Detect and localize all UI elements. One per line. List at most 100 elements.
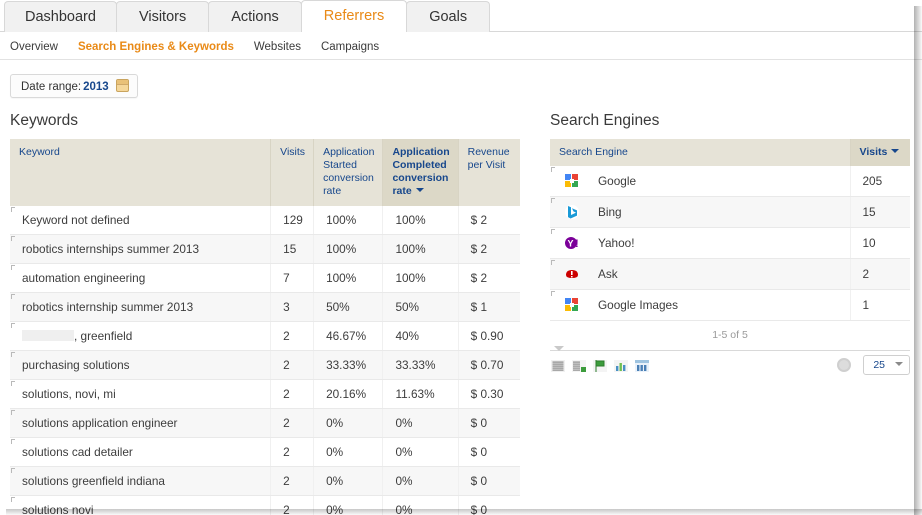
- table-row[interactable]: solutions greenfield indiana 2 0% 0% $ 0: [10, 466, 520, 496]
- keywords-title: Keywords: [10, 112, 79, 129]
- search-engine-cell[interactable]: Y! Yahoo!: [550, 227, 851, 260]
- table-row[interactable]: solutions application engineer 2 0% 0% $ 0: [10, 408, 520, 438]
- subnav-item-search-engines-keywords[interactable]: Search Engines & Keywords: [78, 33, 234, 61]
- search-engine-label: Google: [598, 174, 637, 189]
- table-row[interactable]: purchasing solutions 2 33.33% 33.33% $ 0.70: [10, 350, 520, 380]
- table-row[interactable]: robotics internships summer 2013 15 100% 10…: [10, 234, 520, 264]
- application-started-cell: 0%: [313, 437, 384, 467]
- export-gear-icon[interactable]: [837, 358, 852, 373]
- row-corner-marker-icon: [11, 206, 15, 212]
- search-engine-cell[interactable]: Google: [550, 166, 851, 198]
- table-row[interactable]: Google 205: [550, 166, 910, 198]
- row-corner-marker-icon: [551, 291, 555, 297]
- keyword-cell[interactable]: solutions application engineer: [10, 408, 272, 438]
- table-row[interactable]: Keyword not defined 129 100% 100% $ 2: [10, 205, 520, 235]
- bar-chart-icon[interactable]: [613, 358, 629, 374]
- search-engine-visits-cell: 10: [850, 227, 910, 260]
- row-corner-marker-icon: [551, 229, 555, 235]
- tab-referrers[interactable]: Referrers: [300, 0, 408, 32]
- search-engines-header-row: Search Engine Visits: [550, 139, 910, 167]
- rows-limit-select[interactable]: 25: [863, 355, 910, 376]
- keyword-cell[interactable]: robotics internship summer 2013: [10, 292, 272, 322]
- visits-cell: 15: [270, 234, 315, 264]
- search-engine-visits-cell: 205: [850, 166, 910, 198]
- col-header-se-visits[interactable]: Visits: [850, 139, 910, 167]
- revenue-per-visit-cell: $ 2: [458, 263, 520, 293]
- row-corner-marker-icon: [11, 496, 15, 502]
- column-chart-icon[interactable]: [634, 358, 650, 374]
- keyword-label: robotics internship summer 2013: [22, 299, 194, 314]
- table-row[interactable]: Ask 2: [550, 258, 910, 291]
- chevron-down-icon: [895, 362, 903, 367]
- table-row[interactable]: Bing 15: [550, 196, 910, 229]
- keyword-cell[interactable]: purchasing solutions: [10, 350, 272, 380]
- table-row[interactable]: solutions, novi, mi 2 20.16% 11.63% $ 0.30: [10, 379, 520, 409]
- search-engine-cell[interactable]: Bing: [550, 196, 851, 229]
- keyword-cell[interactable]: robotics internships summer 2013: [10, 234, 272, 264]
- row-corner-marker-icon: [11, 322, 15, 328]
- keyword-label: automation engineering: [22, 270, 146, 285]
- search-engines-footer: 25: [550, 346, 910, 379]
- subnav-item-websites[interactable]: Websites: [254, 33, 301, 61]
- tab-visitors[interactable]: Visitors: [115, 1, 210, 32]
- application-started-cell: 100%: [313, 234, 384, 264]
- search-engine-label: Bing: [598, 205, 622, 220]
- tab-dashboard[interactable]: Dashboard: [4, 1, 117, 32]
- keyword-cell[interactable]: Keyword not defined: [10, 205, 272, 235]
- row-corner-marker-icon: [11, 293, 15, 299]
- col-header-search-engine[interactable]: Search Engine: [550, 139, 851, 167]
- row-corner-marker-icon: [551, 198, 555, 204]
- keyword-cell[interactable]: automation engineering: [10, 263, 272, 293]
- yahoo-icon: Y!: [564, 235, 580, 251]
- subnav-item-campaigns[interactable]: Campaigns: [321, 33, 379, 61]
- keyword-cell[interactable]: solutions greenfield indiana: [10, 466, 272, 496]
- search-engine-cell[interactable]: Google Images: [550, 289, 851, 322]
- col-header-keyword[interactable]: Keyword: [10, 139, 272, 206]
- col-header-application-completed[interactable]: Application Completed conversion rate: [382, 139, 459, 206]
- keyword-label: purchasing solutions: [22, 357, 130, 372]
- tab-goals[interactable]: Goals: [406, 1, 491, 32]
- visits-cell: 2: [270, 408, 315, 438]
- tag-cloud-icon[interactable]: [592, 358, 608, 374]
- table-row[interactable]: Y! Yahoo! 10: [550, 227, 910, 260]
- search-engine-cell[interactable]: Ask: [550, 258, 851, 291]
- view-mode-icons: [550, 357, 655, 375]
- tab-actions[interactable]: Actions: [208, 1, 302, 32]
- col-header-label: Revenue per Visit: [467, 146, 510, 172]
- revenue-per-visit-cell: $ 1: [458, 292, 520, 322]
- redacted-text-block: [22, 329, 74, 341]
- keyword-label: Keyword not defined: [22, 212, 130, 227]
- revenue-per-visit-cell: $ 0: [458, 466, 520, 496]
- date-range-selector[interactable]: Date range: 2013: [10, 74, 138, 98]
- col-header-visits[interactable]: Visits: [270, 139, 315, 206]
- table-row[interactable]: solutions cad detailer 2 0% 0% $ 0: [10, 437, 520, 467]
- calendar-icon[interactable]: [115, 79, 129, 92]
- page-shadow-bottom: [6, 509, 922, 515]
- table-row[interactable]: Google Images 1: [550, 289, 910, 322]
- row-corner-marker-icon: [11, 409, 15, 415]
- keyword-cell[interactable]: solutions cad detailer: [10, 437, 272, 467]
- table-more-view-icon[interactable]: [571, 358, 587, 374]
- keyword-cell[interactable]: solutions, novi, mi: [10, 379, 272, 409]
- col-header-application-started[interactable]: Application Started conversion rate: [313, 139, 384, 206]
- analytics-page: Dashboard Visitors Actions Referrers Goals O…: [0, 0, 922, 515]
- col-header-revenue-per-visit[interactable]: Revenue per Visit: [458, 139, 520, 206]
- table-row[interactable]: automation engineering 7 100% 100% $ 2: [10, 263, 520, 293]
- table-view-icon[interactable]: [550, 358, 566, 374]
- revenue-per-visit-cell: $ 0: [458, 437, 520, 467]
- search-engine-label: Ask: [598, 267, 618, 282]
- application-started-cell: 0%: [313, 408, 384, 438]
- keyword-cell[interactable]: , greenfield: [10, 321, 272, 351]
- row-corner-marker-icon: [551, 260, 555, 266]
- application-completed-cell: 100%: [382, 263, 459, 293]
- application-completed-cell: 33.33%: [382, 350, 459, 380]
- visits-cell: 2: [270, 379, 315, 409]
- table-row[interactable]: , greenfield 2 46.67% 40% $ 0.90: [10, 321, 520, 351]
- application-completed-cell: 50%: [382, 292, 459, 322]
- table-row[interactable]: robotics internship summer 2013 3 50% 50% $ …: [10, 292, 520, 322]
- keywords-table-head: Keyword Visits Application Started conve…: [10, 139, 520, 206]
- revenue-per-visit-cell: $ 2: [458, 205, 520, 235]
- subnav-item-overview[interactable]: Overview: [10, 33, 58, 61]
- search-engine-label: Yahoo!: [598, 236, 635, 251]
- keywords-widget: Keywords Keyword Visits Application Star…: [10, 112, 520, 515]
